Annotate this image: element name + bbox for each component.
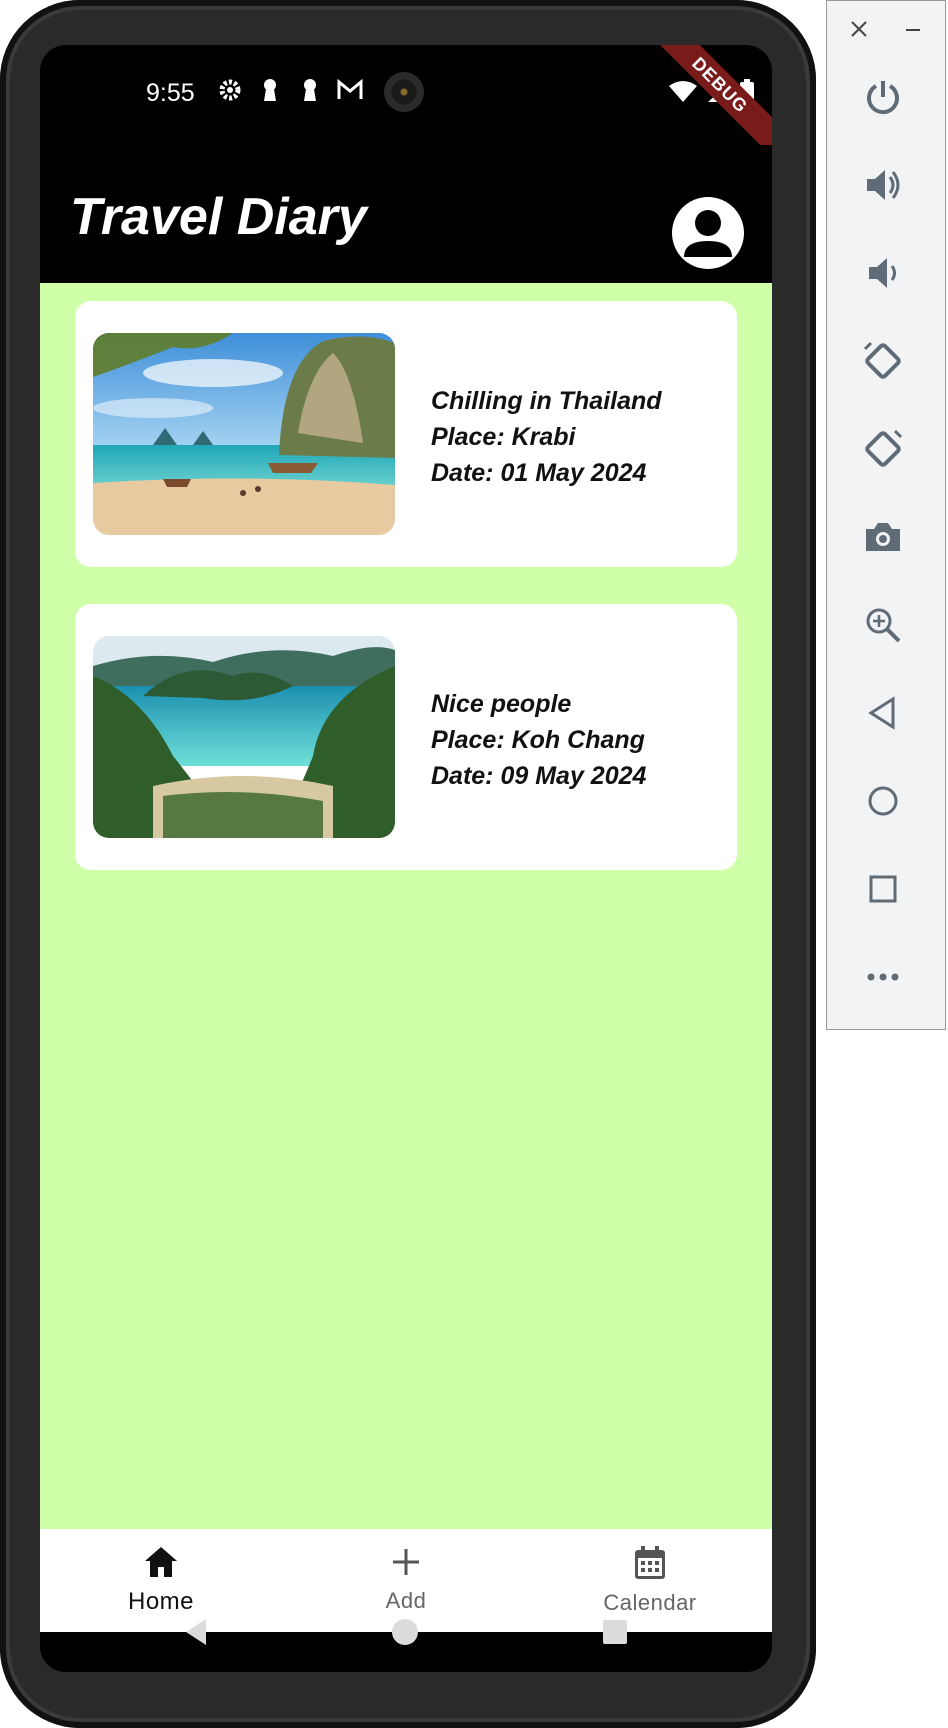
recents-square-icon (603, 1620, 627, 1644)
settings-icon (216, 78, 244, 109)
nav-calendar-label: Calendar (603, 1590, 697, 1615)
diary-entry-text: Nice people Place: Koh Chang Date: 09 Ma… (431, 686, 731, 794)
nav-add[interactable]: Add (316, 1545, 496, 1614)
system-recents-button[interactable] (598, 1615, 638, 1655)
koh-chang-bay-photo (93, 636, 395, 838)
wifi-icon (668, 80, 698, 109)
back-button[interactable] (857, 687, 909, 739)
gmail-icon (336, 78, 364, 108)
overview-button[interactable] (857, 863, 909, 915)
overview-icon (869, 875, 897, 903)
home-icon (145, 1547, 177, 1577)
front-camera (384, 72, 424, 112)
entry-title: Chilling in Thailand (431, 387, 662, 415)
close-icon (851, 21, 867, 37)
more-button[interactable] (857, 951, 909, 1003)
volume-down-button[interactable] (857, 247, 909, 299)
volume-up-button[interactable] (857, 159, 909, 211)
emulator-control-panel (826, 0, 946, 1030)
minimize-icon (906, 29, 920, 31)
home-button[interactable] (857, 775, 909, 827)
plus-icon (393, 1549, 419, 1575)
entry-place: Place: Krabi (431, 423, 576, 451)
camera-icon (866, 523, 900, 551)
nav-calendar[interactable]: Calendar (560, 1545, 740, 1616)
diary-card[interactable]: Chilling in Thailand Place: Krabi Date: … (75, 301, 737, 567)
nav-home[interactable]: Home (71, 1545, 251, 1616)
nav-add-label: Add (385, 1588, 427, 1613)
profile-avatar-button[interactable] (672, 197, 744, 269)
entry-date: Date: 01 May 2024 (431, 459, 647, 487)
more-icon (867, 973, 899, 981)
app-bar: Travel Diary (40, 145, 772, 283)
rotate-left-icon (863, 341, 901, 379)
emulator-close-button[interactable] (847, 17, 873, 43)
phone-frame: 9:55 DEBUG Travel Diary Chilling in Thai… (0, 0, 816, 1728)
home-circle-icon (868, 786, 898, 816)
emulator-minimize-button[interactable] (901, 17, 927, 43)
system-home-button[interactable] (388, 1615, 428, 1655)
nav-home-label: Home (127, 1588, 195, 1615)
status-bar: 9:55 DEBUG (40, 45, 772, 159)
keyhole-icon (256, 77, 284, 110)
screenshot-button[interactable] (857, 511, 909, 563)
notification-icons (216, 77, 404, 110)
diary-list: Chilling in Thailand Place: Krabi Date: … (40, 283, 772, 1529)
entry-title: Nice people (431, 690, 572, 718)
diary-entry-text: Chilling in Thailand Place: Krabi Date: … (431, 383, 731, 491)
rotate-right-button[interactable] (857, 423, 909, 475)
system-back-button[interactable] (180, 1615, 220, 1655)
diary-card[interactable]: Nice people Place: Koh Chang Date: 09 Ma… (75, 604, 737, 870)
zoom-button[interactable] (857, 599, 909, 651)
phone-screen: 9:55 DEBUG Travel Diary Chilling in Thai… (40, 45, 772, 1672)
person-icon (684, 210, 732, 257)
volume-down-icon (869, 258, 896, 288)
home-circle-icon (392, 1619, 418, 1645)
calendar-icon (635, 1546, 665, 1579)
krabi-beach-photo (93, 333, 395, 535)
back-triangle-icon (186, 1619, 206, 1645)
volume-up-icon (867, 170, 900, 200)
rotate-right-icon (865, 429, 903, 467)
power-button[interactable] (857, 71, 909, 123)
keyhole-icon (296, 77, 324, 110)
entry-date: Date: 09 May 2024 (431, 762, 647, 790)
power-icon (867, 81, 899, 115)
entry-place: Place: Koh Chang (431, 726, 645, 754)
back-icon (868, 696, 895, 730)
app-title: Travel Diary (70, 188, 367, 246)
zoom-icon (866, 608, 901, 643)
rotate-left-button[interactable] (857, 335, 909, 387)
status-time: 9:55 (146, 79, 195, 107)
